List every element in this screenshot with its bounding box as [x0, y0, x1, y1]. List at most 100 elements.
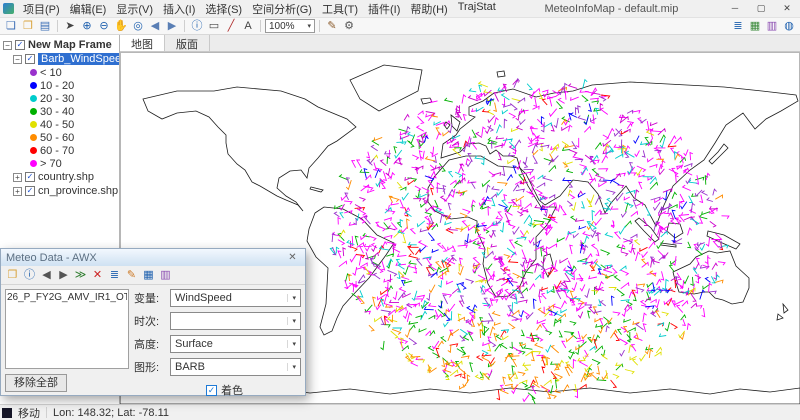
- full-extent-icon[interactable]: ◎: [130, 18, 146, 34]
- menu-spatial-analysis[interactable]: 空间分析(G): [247, 1, 317, 17]
- legend-item[interactable]: 40 - 50: [0, 118, 119, 131]
- status-grip: [2, 408, 12, 418]
- layer-country[interactable]: country.shp: [38, 171, 94, 183]
- layer-checkbox[interactable]: ✓: [25, 186, 35, 196]
- dialog-close-icon[interactable]: ✕: [285, 252, 300, 263]
- prev-time-icon[interactable]: ◀: [39, 266, 54, 284]
- legend-color-dot: [30, 160, 37, 167]
- colored-checkbox-label: 着色: [221, 382, 243, 398]
- open-project-icon[interactable]: ❐: [20, 18, 36, 34]
- collapse-icon[interactable]: −: [13, 55, 22, 64]
- next-view-icon[interactable]: ▶: [164, 18, 180, 34]
- remove-all-button[interactable]: 移除全部: [5, 374, 67, 392]
- legend-item-label: 60 - 70: [40, 145, 74, 157]
- settings-icon[interactable]: ⚙: [341, 18, 357, 34]
- layer-barb-windspeed[interactable]: Barb_WindSpeed: [38, 53, 120, 65]
- colored-checkbox[interactable]: ✓: [206, 385, 217, 396]
- remove-icon[interactable]: ✕: [90, 266, 105, 284]
- legend-item-label: 10 - 20: [40, 80, 74, 92]
- chart-icon[interactable]: ▥: [158, 266, 173, 284]
- data-file-list[interactable]: 26_P_FY2G_AMV_IR1_OTG_2023062...: [5, 289, 129, 369]
- minimize-button[interactable]: ─: [722, 0, 748, 17]
- status-coordinates: Lon: 148.32; Lat: -78.11: [53, 407, 169, 419]
- pan-icon[interactable]: ✋: [113, 18, 129, 34]
- draw-icon[interactable]: ✎: [124, 266, 139, 284]
- menu-view[interactable]: 显示(V): [111, 1, 158, 17]
- status-mode: 移动: [18, 405, 40, 420]
- map-frame-label[interactable]: New Map Frame: [28, 39, 112, 51]
- legend-item[interactable]: 20 - 30: [0, 92, 119, 105]
- graphic-combo[interactable]: BARB ▾: [170, 358, 301, 376]
- layers-icon[interactable]: ≣: [730, 18, 746, 34]
- close-button[interactable]: ✕: [774, 0, 800, 17]
- table-icon[interactable]: ▦: [141, 266, 156, 284]
- zoom-in-icon[interactable]: ⊕: [79, 18, 95, 34]
- menu-plugins[interactable]: 插件(I): [363, 1, 405, 17]
- globe-icon[interactable]: ◍: [781, 18, 797, 34]
- info-icon[interactable]: ⓘ: [22, 266, 37, 284]
- expand-icon[interactable]: +: [13, 173, 22, 182]
- measure-icon[interactable]: ╱: [223, 18, 239, 34]
- maximize-button[interactable]: ▢: [748, 0, 774, 17]
- open-data-icon[interactable]: ❐: [5, 266, 20, 284]
- expand-icon[interactable]: +: [13, 187, 22, 196]
- legend-item-label: 30 - 40: [40, 106, 74, 118]
- legend-color-dot: [30, 82, 37, 89]
- chart-icon[interactable]: ▥: [764, 18, 780, 34]
- legend-color-dot: [30, 134, 37, 141]
- legend-item[interactable]: < 10: [0, 66, 119, 79]
- legend-item-label: 50 - 60: [40, 132, 74, 144]
- legend-color-dot: [30, 69, 37, 76]
- variable-combo[interactable]: WindSpeed ▾: [170, 289, 301, 307]
- draw-tool-icon[interactable]: ✎: [324, 18, 340, 34]
- save-project-icon[interactable]: ▤: [37, 18, 53, 34]
- chevron-down-icon: ▾: [307, 22, 311, 30]
- next-time-icon[interactable]: ▶: [56, 266, 71, 284]
- label-icon[interactable]: A: [240, 18, 256, 34]
- level-combo[interactable]: Surface ▾: [170, 335, 301, 353]
- time-label: 时次:: [134, 313, 166, 329]
- layer-checkbox[interactable]: ✓: [25, 172, 35, 182]
- attribute-table-icon[interactable]: ▦: [747, 18, 763, 34]
- layer-checkbox[interactable]: ✓: [25, 54, 35, 64]
- statusbar: 移动 Lon: 148.32; Lat: -78.11: [0, 404, 800, 420]
- menu-insert[interactable]: 插入(I): [158, 1, 200, 17]
- menu-project[interactable]: 项目(P): [18, 1, 65, 17]
- app-icon: [3, 3, 14, 14]
- menu-help[interactable]: 帮助(H): [405, 1, 452, 17]
- prev-view-icon[interactable]: ◀: [147, 18, 163, 34]
- dialog-titlebar[interactable]: Meteo Data - AWX ✕: [1, 249, 305, 266]
- identify-icon[interactable]: ⓘ: [189, 18, 205, 34]
- layer-cn-province[interactable]: cn_province.shp: [38, 185, 118, 197]
- data-file-item[interactable]: 26_P_FY2G_AMV_IR1_OTG_2023062...: [7, 292, 127, 303]
- variable-label: 变量:: [134, 290, 166, 306]
- menu-edit[interactable]: 编辑(E): [65, 1, 112, 17]
- animate-icon[interactable]: ≫: [73, 266, 88, 284]
- legend-item[interactable]: > 70: [0, 157, 119, 170]
- new-file-icon[interactable]: ❏: [3, 18, 19, 34]
- menubar: 项目(P) 编辑(E) 显示(V) 插入(I) 选择(S) 空间分析(G) 工具…: [18, 1, 501, 17]
- zoom-out-icon[interactable]: ⊖: [96, 18, 112, 34]
- time-combo[interactable]: ▾: [170, 312, 301, 330]
- collapse-icon[interactable]: −: [3, 41, 12, 50]
- legend-item[interactable]: 30 - 40: [0, 105, 119, 118]
- settings-list-icon[interactable]: ≣: [107, 266, 122, 284]
- legend-item[interactable]: 60 - 70: [0, 144, 119, 157]
- select-tool-icon[interactable]: ➤: [62, 18, 78, 34]
- zoom-level-combo[interactable]: 100% ▾: [265, 19, 315, 33]
- legend-item[interactable]: 10 - 20: [0, 79, 119, 92]
- chevron-down-icon: ▾: [287, 363, 296, 371]
- variable-value: WindSpeed: [175, 292, 232, 304]
- tab-map[interactable]: 地图: [120, 35, 165, 51]
- zoom-level-value: 100%: [269, 21, 295, 32]
- dialog-toolbar: ❐ ⓘ ◀ ▶ ≫ ✕ ≣ ✎ ▦ ▥: [1, 266, 305, 285]
- legend-item[interactable]: 50 - 60: [0, 131, 119, 144]
- tab-layout[interactable]: 版面: [165, 35, 210, 51]
- menu-tools[interactable]: 工具(T): [317, 1, 363, 17]
- select-rect-icon[interactable]: ▭: [206, 18, 222, 34]
- menu-trajstat[interactable]: TrajStat: [453, 1, 501, 17]
- frame-checkbox[interactable]: ✓: [15, 40, 25, 50]
- graphic-label: 图形:: [134, 359, 166, 375]
- legend-item-label: > 70: [40, 158, 62, 170]
- menu-select[interactable]: 选择(S): [200, 1, 247, 17]
